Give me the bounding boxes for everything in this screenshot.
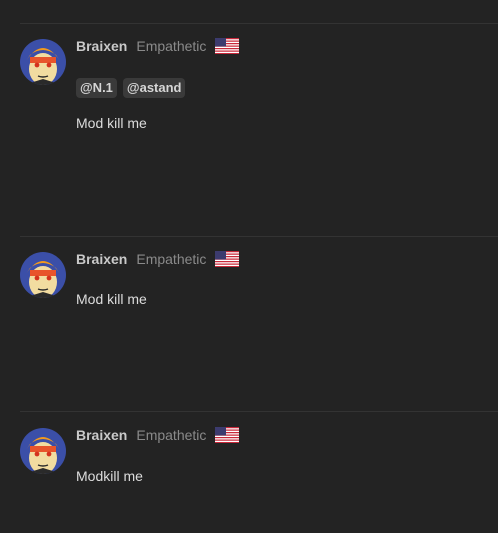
us-flag-icon xyxy=(215,427,240,443)
mention-list: @N.1 @astand xyxy=(76,78,186,98)
post-header: Braixen Empathetic xyxy=(76,249,240,269)
post-header: Braixen Empathetic xyxy=(76,425,240,445)
post-message: Modkill me xyxy=(76,468,143,484)
post-divider xyxy=(20,23,498,24)
post-divider xyxy=(20,236,498,237)
post-message: Mod kill me xyxy=(76,291,147,307)
user-avatar[interactable] xyxy=(20,428,66,474)
post-divider xyxy=(20,411,498,412)
post-message: Mod kill me xyxy=(76,115,147,131)
post-header: Braixen Empathetic xyxy=(76,36,240,56)
thread-page: Braixen Empathetic @N.1 @astand Mod kill… xyxy=(0,0,498,533)
user-avatar[interactable] xyxy=(20,252,66,298)
us-flag-icon xyxy=(215,38,240,54)
user-title: Empathetic xyxy=(136,427,207,443)
user-title: Empathetic xyxy=(136,38,207,54)
user-avatar[interactable] xyxy=(20,39,66,85)
username[interactable]: Braixen xyxy=(76,427,127,443)
user-title: Empathetic xyxy=(136,251,207,267)
mention-tag[interactable]: @astand xyxy=(122,78,186,98)
us-flag-icon xyxy=(215,251,240,267)
mention-tag[interactable]: @N.1 xyxy=(76,78,117,98)
username[interactable]: Braixen xyxy=(76,251,127,267)
username[interactable]: Braixen xyxy=(76,38,127,54)
